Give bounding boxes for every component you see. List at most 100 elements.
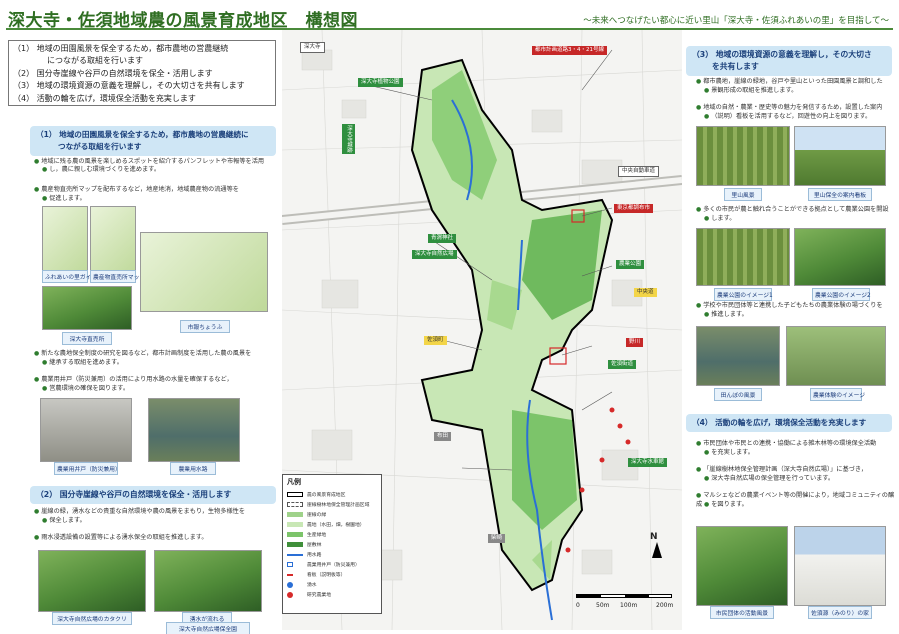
s3-bullet-3: 多くの市民が農と触れ合うことができる拠点として農業公園を開設 bbox=[696, 206, 888, 215]
caption-spring-2: 深大寺自然広場保全園 bbox=[166, 622, 250, 634]
scale-bar-graphic bbox=[576, 594, 672, 598]
map-label-chuo: 中央道 bbox=[634, 288, 657, 297]
photo-agri-park-1 bbox=[696, 228, 790, 286]
map-label-agri-park: 農業公園 bbox=[616, 260, 645, 269]
north-arrow: N bbox=[650, 532, 662, 558]
s3-bullet-1b: 景観形成の取組を推進します。 bbox=[704, 87, 797, 96]
s4-bullet-3b: を図ります。 bbox=[704, 501, 748, 510]
map-label-botanical: 深大寺植物公園 bbox=[358, 78, 403, 87]
photo-rice-field bbox=[696, 326, 780, 386]
photo-city-report bbox=[140, 232, 268, 312]
map-label-nogawa: 野川 bbox=[626, 338, 644, 347]
caption-volunteer: 市民団体の活動風景 bbox=[710, 606, 774, 619]
photo-farm-experience bbox=[786, 326, 886, 386]
caption-agri-park-1: 農業公園のイメージ1 bbox=[714, 288, 773, 301]
map-label-watermill: 深大寺水車館 bbox=[628, 458, 668, 467]
legend-title: 凡例 bbox=[287, 478, 301, 486]
photo-satoyama-sign bbox=[794, 126, 886, 186]
photo-minori-house bbox=[794, 526, 886, 606]
s4-bullet-2b: 深大寺自然広場の保全管理を行っています。 bbox=[704, 475, 834, 484]
map-label-sasu: 佐須町 bbox=[424, 336, 447, 345]
s2-bullet-1b: 保全します。 bbox=[42, 517, 86, 526]
photo-agri-well bbox=[40, 398, 132, 462]
caption-experience: 農業体験のイメージ bbox=[810, 388, 865, 401]
caption-katakuri: 深大寺自然広場のカタクリ bbox=[52, 612, 132, 625]
caption-house: 佐須源（みのり）の家 bbox=[808, 606, 872, 619]
legend-item-4: 農地（水田，畑，樹園地） bbox=[287, 521, 365, 528]
s1-bullet-3: 新たな農地保全制度の研究を図るなど，都市計画制度を活用した農の風景を bbox=[34, 350, 251, 359]
caption-city-report: 市報ちょうふ bbox=[180, 320, 230, 333]
caption-satoyama: 里山風景 bbox=[724, 188, 762, 201]
legend-item-9: 看板（説明板等） bbox=[287, 571, 345, 578]
legend-item-11: 研究農業地 bbox=[287, 591, 331, 598]
photo-direct-store bbox=[42, 286, 132, 330]
s4-bullet-2: 「崖線樹林地保全管理計画（深大寺自然広場）」に基づき， bbox=[696, 466, 867, 475]
photo-volunteer bbox=[696, 526, 788, 606]
s1-bullet-4b: 営農環境の確保を図ります。 bbox=[42, 385, 129, 394]
s1-bullet-4: 農業用井戸（防災兼用）の活用により用水路の水量を確保するなど， bbox=[34, 376, 232, 385]
legend-item-6: 屋敷林 bbox=[287, 541, 321, 548]
goal-1-cont: につながる取組を行います bbox=[47, 56, 143, 66]
map-label-castle: 深大寺城跡 bbox=[342, 124, 355, 154]
caption-well: 農業用井戸（防災兼用） bbox=[54, 462, 121, 475]
s2-bullet-1: 崖線の緑，湧水などの貴重な自然環境や農の風景をまもり，生物多様性を bbox=[34, 508, 245, 517]
s3-bullet-2b: （説明）看板を活用するなど，回遊性の向上を図ります。 bbox=[704, 113, 871, 122]
caption-guide: ふれあいの里ガイド bbox=[42, 270, 97, 283]
caption-agri-park-2: 農業公園のイメージ2 bbox=[812, 288, 871, 301]
goal-4: （4） 活動の輪を広げ，環境保全活動を充実します bbox=[13, 93, 196, 103]
s1-bullet-2: 農産物直売所マップを配布するなど，地産地消，地域農産物の流通等を bbox=[34, 186, 239, 195]
s3-bullet-4b: 推進します。 bbox=[704, 311, 748, 320]
caption-sign: 里山保全の案内看板 bbox=[808, 188, 872, 201]
legend-item-7: 用水路 bbox=[287, 551, 321, 558]
section3-heading: （3） 地域の環境資源の意義を理解し，その大切さ を共有します bbox=[686, 46, 892, 76]
caption-map: 農産物直売所マップ bbox=[90, 270, 145, 283]
s3-bullet-4: 学校や市民団体等と連携した子どもたちの農業体験の場づくりを bbox=[696, 302, 882, 311]
section3-heading-line2: を共有します bbox=[712, 62, 759, 71]
section1-heading-line1: （1） 地域の田園風景を保全するため，都市農地の営農継続に bbox=[36, 130, 249, 139]
goals-box: （1） 地域の田園風景を保全するため，都市農地の営農継続 につながる取組を行いま… bbox=[8, 40, 276, 106]
map-label-shibasaki: 柴崎 bbox=[488, 534, 506, 543]
page-title: 深大寺・佐須地域農の風景育成地区 構想図 bbox=[8, 11, 358, 31]
section4-heading: （4） 活動の輪を広げ，環境保全活動を充実します bbox=[686, 414, 892, 432]
goal-3: （3） 地域の環境資源の意義を理解し，その大切さを共有します bbox=[13, 81, 245, 91]
map-label-city-road: 都市計画道路3・4・21号線 bbox=[532, 46, 607, 55]
map-label-1: 深大寺 bbox=[300, 42, 325, 53]
title-bar: 深大寺・佐須地域農の風景育成地区 構想図 ～未来へつなげたい都心に近い里山「深大… bbox=[6, 4, 893, 31]
map-label-shrine: 青渭神社 bbox=[428, 234, 457, 243]
photo-satoyama bbox=[696, 126, 790, 186]
section2-heading: （2） 国分寺崖線や谷戸の自然環境を保全・活用します bbox=[30, 486, 276, 504]
caption-channel: 農業用水路 bbox=[170, 462, 216, 475]
s4-bullet-1: 市民団体や市民との連携・協働による雑木林等の環境保全活動 bbox=[696, 440, 876, 449]
legend-item-5: 生産緑地 bbox=[287, 531, 326, 538]
north-arrow-icon bbox=[652, 542, 662, 558]
photo-guide-pamphlet bbox=[42, 206, 88, 276]
s2-bullet-2: 雨水浸透設備の設置等による湧水保全の取組を推進します。 bbox=[34, 534, 207, 543]
section3-heading-line1: （3） 地域の環境資源の意義を理解し，その大切さ bbox=[692, 50, 872, 59]
s3-bullet-3b: します。 bbox=[704, 215, 735, 224]
map-label-road: 佐須街道 bbox=[608, 360, 637, 369]
legend-item-10: 湧水 bbox=[287, 581, 317, 588]
section1-heading-line2: つながる取組を行います bbox=[58, 142, 142, 151]
photo-agri-channel bbox=[148, 398, 240, 462]
scale-tick-0: 0 bbox=[576, 602, 580, 609]
s1-bullet-2b: 促進します。 bbox=[42, 195, 86, 204]
scale-bar: 0 50m 100m 200m bbox=[576, 580, 676, 620]
map-label-fuda: 布田 bbox=[434, 432, 452, 441]
legend-item-1: 農の風景育成地区 bbox=[287, 491, 345, 498]
section1-heading: （1） 地域の田園風景を保全するため，都市農地の営農継続に つながる取組を行いま… bbox=[30, 126, 276, 156]
map-label-highway: 中央自動車道 bbox=[618, 166, 660, 177]
s1-bullet-3b: 継承する取組を進めます。 bbox=[42, 359, 123, 368]
photo-spring-water bbox=[154, 550, 262, 612]
goal-1: （1） 地域の田園風景を保全するため，都市農地の営農継続 bbox=[13, 44, 229, 53]
scale-tick-50: 50m bbox=[596, 602, 610, 609]
map-legend: 凡例 農の風景育成地区 崖線樹林地保全管理計画区域 崖線の緑 農地（水田，畑，樹… bbox=[282, 474, 382, 614]
photo-agri-park-2 bbox=[794, 228, 886, 286]
s4-bullet-1b: を充実します。 bbox=[704, 449, 754, 458]
s1-bullet-1b: し，農に親しむ環境づくりを進めます。 bbox=[42, 166, 160, 175]
map-label-chofu: 東京都調布市 bbox=[614, 204, 654, 213]
s3-bullet-2: 地域の自然・農業・歴史等の魅力を発信するため，設置した案内 bbox=[696, 104, 882, 113]
caption-store: 深大寺直売所 bbox=[62, 332, 112, 345]
scale-tick-200: 200m bbox=[656, 602, 674, 609]
caption-rice: 田んぼの風景 bbox=[714, 388, 762, 401]
page-subtitle: ～未来へつなげたい都心に近い里山「深大寺・佐須ふれあいの里」を目指して～ bbox=[583, 16, 889, 26]
